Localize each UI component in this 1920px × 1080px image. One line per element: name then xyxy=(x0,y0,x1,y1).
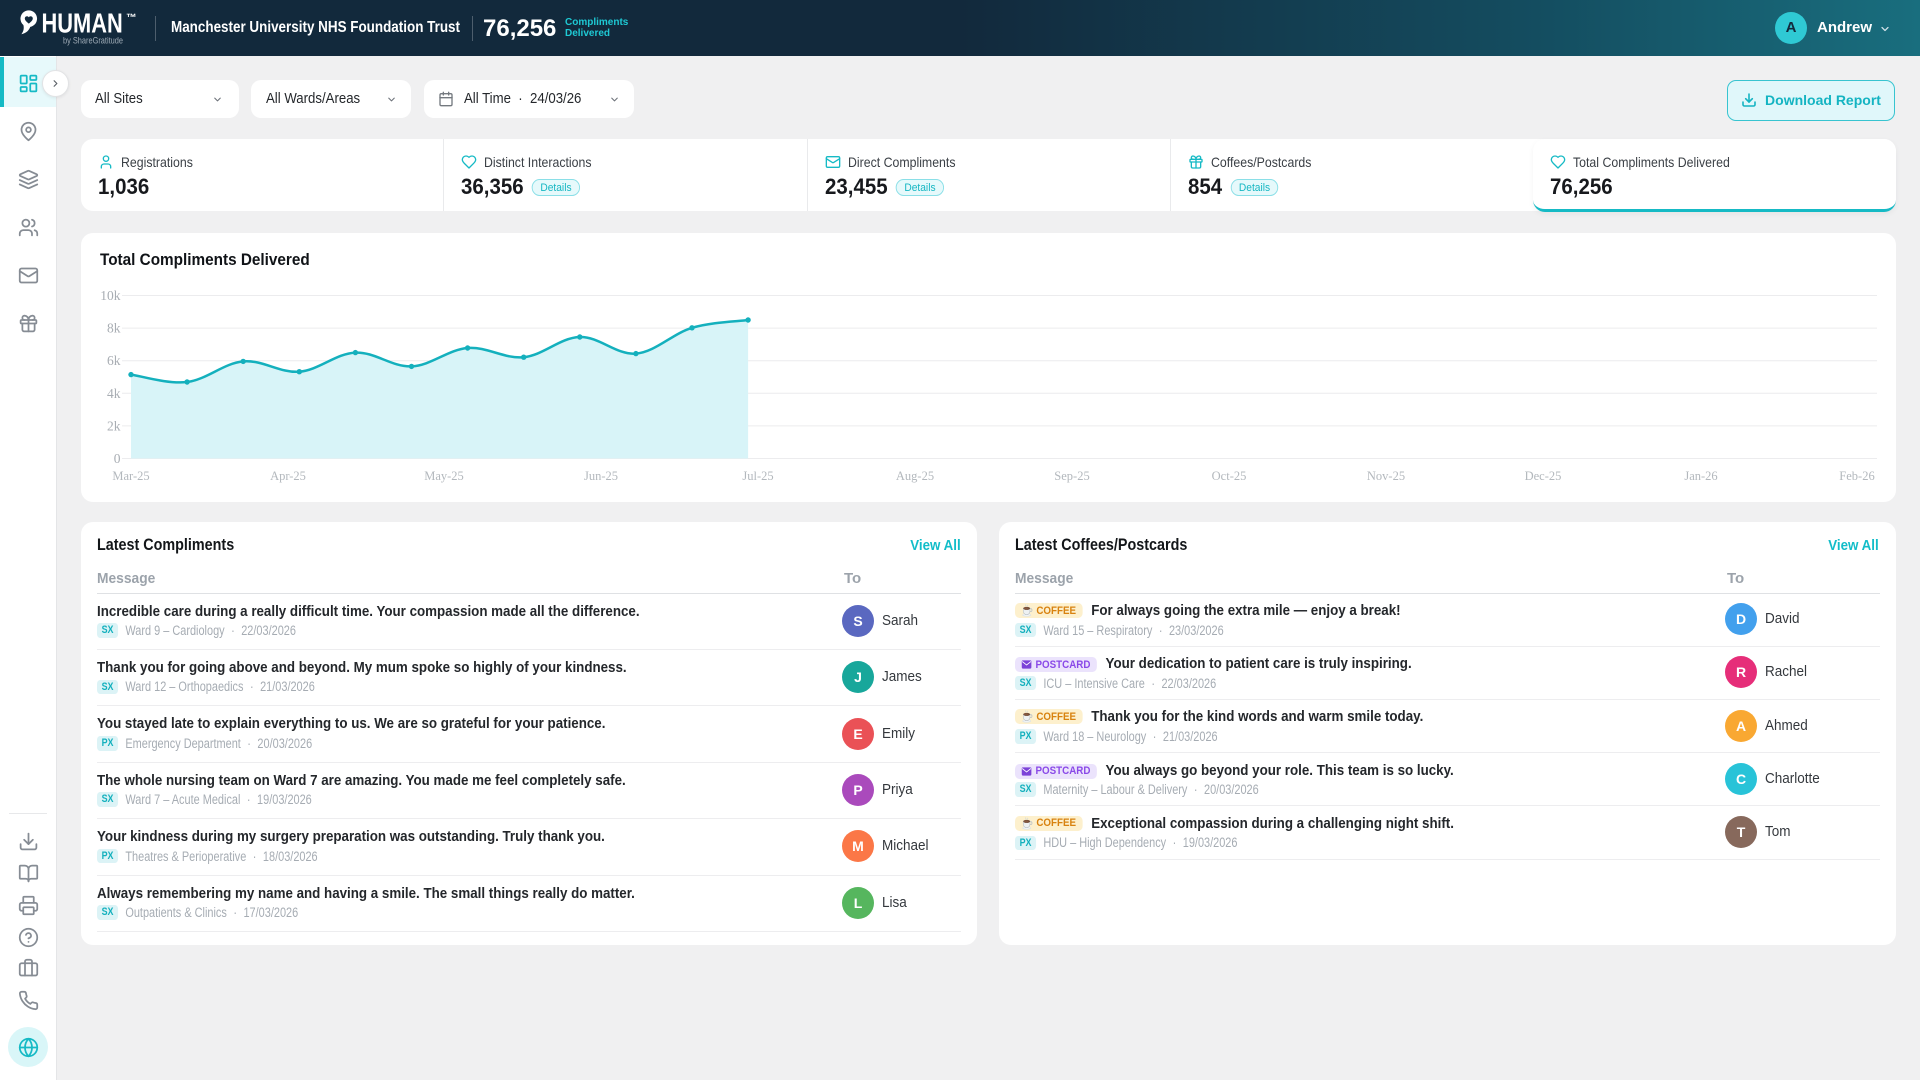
svg-text:8k: 8k xyxy=(107,321,121,336)
svg-text:by ShareGratitude: by ShareGratitude xyxy=(63,35,123,46)
svg-text:Feb-26: Feb-26 xyxy=(1839,469,1874,483)
svg-text:6k: 6k xyxy=(107,353,121,368)
svg-text:2k: 2k xyxy=(107,418,121,433)
svg-text:™: ™ xyxy=(126,12,137,24)
svg-text:Oct-25: Oct-25 xyxy=(1212,469,1247,483)
svg-text:Nov-25: Nov-25 xyxy=(1367,469,1405,483)
svg-text:0: 0 xyxy=(114,451,121,466)
svg-text:Sep-25: Sep-25 xyxy=(1054,469,1089,483)
svg-text:Jul-25: Jul-25 xyxy=(742,469,773,483)
svg-text:10k: 10k xyxy=(100,288,121,303)
svg-text:Apr-25: Apr-25 xyxy=(270,469,306,483)
svg-text:Mar-25: Mar-25 xyxy=(112,469,149,483)
svg-text:Aug-25: Aug-25 xyxy=(896,469,934,483)
svg-text:Jun-25: Jun-25 xyxy=(584,469,618,483)
svg-text:4k: 4k xyxy=(107,386,121,401)
svg-text:Dec-25: Dec-25 xyxy=(1525,469,1562,483)
svg-text:May-25: May-25 xyxy=(424,469,464,483)
svg-text:Jan-26: Jan-26 xyxy=(1684,469,1717,483)
